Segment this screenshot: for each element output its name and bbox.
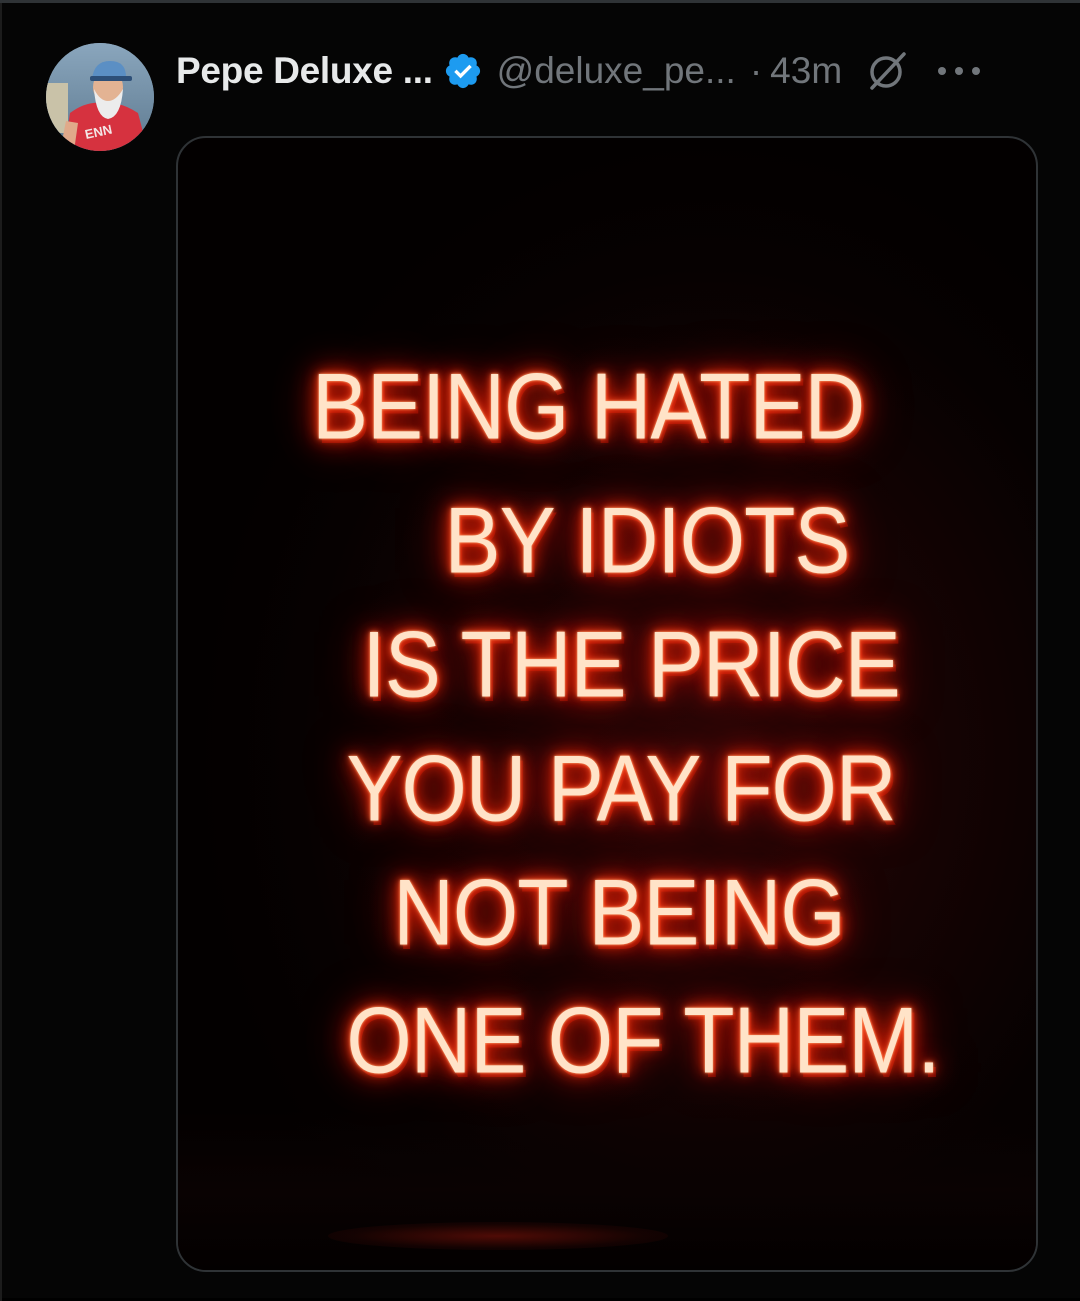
more-options-icon[interactable]	[938, 65, 981, 77]
floor-reflection	[328, 1222, 668, 1250]
post-media-image[interactable]: BEING HATED BY IDIOTS IS THE PRICE YOU P…	[176, 136, 1038, 1272]
neon-text-line: BEING HATED	[312, 353, 865, 459]
neon-text-line: ONE OF THEM.	[346, 987, 940, 1093]
verified-badge-icon[interactable]	[443, 51, 483, 91]
more-dot	[972, 67, 981, 75]
grok-icon[interactable]	[864, 48, 910, 94]
avatar[interactable]: ENN	[46, 43, 154, 151]
separator-dot: ·	[749, 50, 763, 91]
post-header: Pepe Deluxe ... @deluxe_pe... · 43m	[176, 41, 1046, 101]
neon-text-line: YOU PAY FOR	[346, 735, 896, 841]
more-dot	[938, 67, 947, 75]
post[interactable]: ENN Pepe Deluxe ... @deluxe_pe... · 43m	[0, 0, 1080, 1301]
neon-text-line: BY IDIOTS	[444, 487, 851, 593]
post-divider	[0, 3, 2, 1301]
author-display-name[interactable]: Pepe Deluxe ...	[176, 50, 433, 92]
neon-text-line: NOT BEING	[393, 859, 846, 965]
more-dot	[955, 67, 964, 75]
author-handle[interactable]: @deluxe_pe...	[497, 50, 736, 92]
neon-sign: BEING HATED BY IDIOTS IS THE PRICE YOU P…	[178, 138, 1036, 1270]
post-timestamp[interactable]: 43m	[770, 50, 842, 92]
neon-text-line: IS THE PRICE	[362, 611, 900, 717]
